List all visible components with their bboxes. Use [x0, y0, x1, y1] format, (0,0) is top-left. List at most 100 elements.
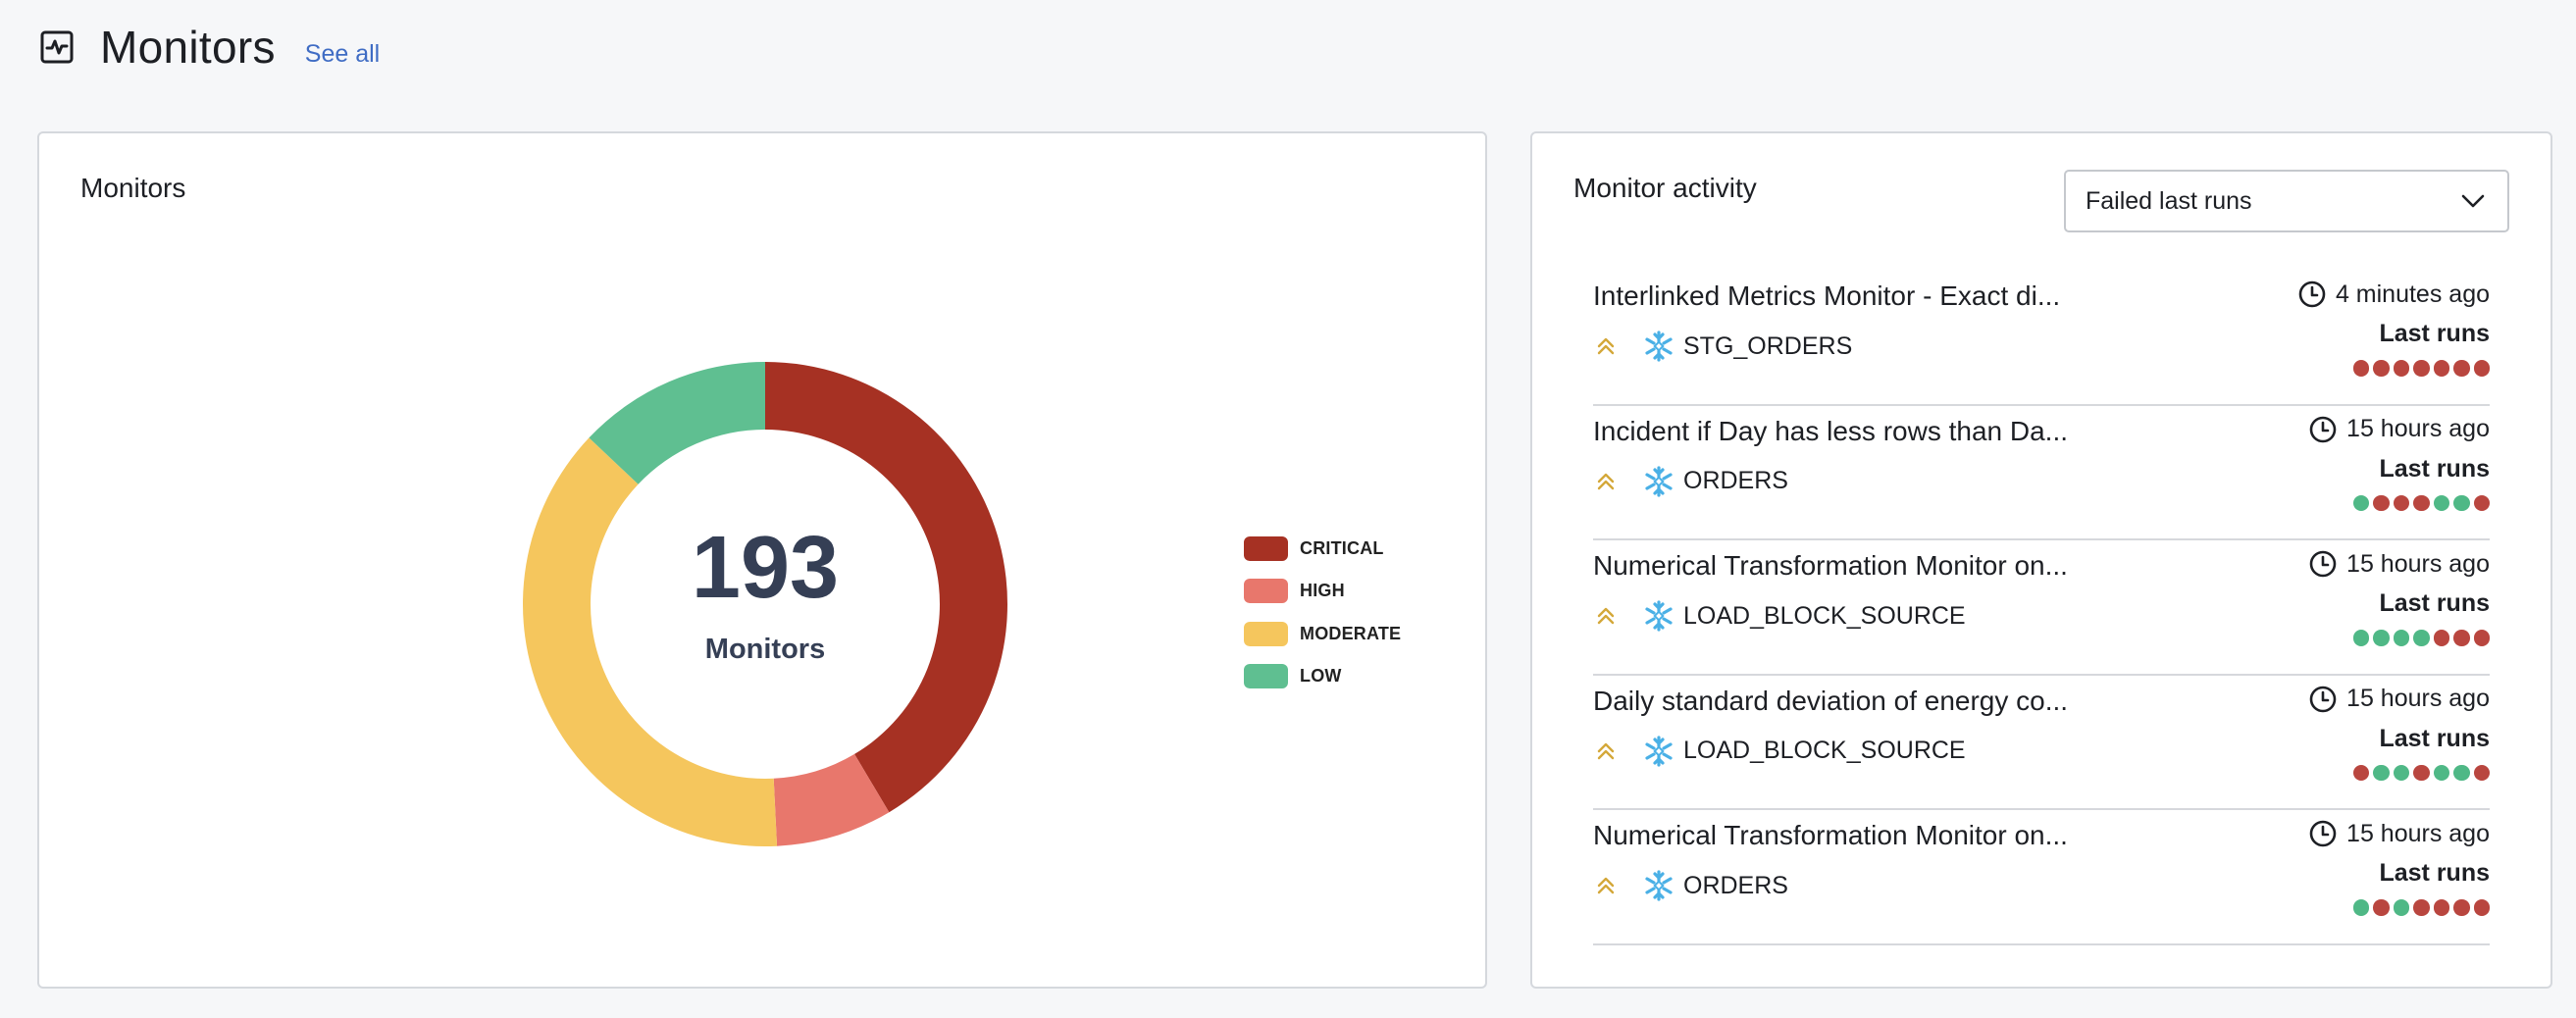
run-status-failure-dot[interactable] [2352, 764, 2369, 781]
monitor-meta: ORDERS [1593, 465, 1788, 498]
run-status-failure-dot[interactable] [2473, 494, 2490, 511]
legend-item-critical[interactable]: CRITICAL [1244, 528, 1401, 570]
run-status-failure-dot[interactable] [2352, 360, 2369, 377]
run-status-failure-dot[interactable] [2373, 899, 2390, 916]
last-run-time: 15 hours ago [2307, 684, 2490, 715]
priority-high-chevrons-icon [1593, 603, 1619, 629]
table-name[interactable]: LOAD_BLOCK_SOURCE [1683, 737, 1966, 765]
last-runs-label: Last runs [2379, 320, 2490, 347]
monitor-name[interactable]: Incident if Day has less rows than Da... [1593, 416, 2068, 447]
run-status-failure-dot[interactable] [2433, 899, 2449, 916]
run-status-failure-dot[interactable] [2473, 764, 2490, 781]
last-runs-label: Last runs [2379, 724, 2490, 752]
monitor-name[interactable]: Numerical Transformation Monitor on... [1593, 820, 2068, 851]
run-status-success-dot[interactable] [2413, 630, 2430, 646]
activity-item[interactable]: Numerical Transformation Monitor on... [1593, 540, 2490, 676]
time-text: 15 hours ago [2346, 685, 2490, 712]
run-status-failure-dot[interactable] [2373, 360, 2390, 377]
page-header: Monitors See all [39, 18, 380, 76]
snowflake-icon [1642, 869, 1675, 902]
run-status-failure-dot[interactable] [2413, 764, 2430, 781]
last-runs-dots [2352, 494, 2490, 511]
last-run-time: 15 hours ago [2307, 818, 2490, 849]
run-status-failure-dot[interactable] [2433, 360, 2449, 377]
run-status-failure-dot[interactable] [2373, 494, 2390, 511]
run-status-success-dot[interactable] [2393, 899, 2409, 916]
activity-item[interactable]: Incident if Day has less rows than Da... [1593, 406, 2490, 540]
monitor-activity-title: Monitor activity [1573, 173, 1757, 203]
activity-filter-value: Failed last runs [2086, 186, 2252, 215]
monitors-card-title: Monitors [80, 173, 186, 203]
donut-caption: Monitors [704, 633, 826, 665]
activity-monitor-icon [39, 29, 75, 65]
run-status-failure-dot[interactable] [2413, 494, 2430, 511]
donut-center: 193 Monitors [520, 359, 1010, 849]
run-status-success-dot[interactable] [2453, 494, 2470, 511]
page-title: Monitors [100, 22, 276, 73]
snowflake-icon [1642, 330, 1675, 363]
monitor-meta: ORDERS [1593, 869, 1788, 902]
table-name[interactable]: LOAD_BLOCK_SOURCE [1683, 602, 1966, 631]
priority-high-chevrons-icon [1593, 333, 1619, 359]
monitor-name[interactable]: Numerical Transformation Monitor on... [1593, 550, 2068, 582]
last-run-time: 15 hours ago [2307, 414, 2490, 445]
run-status-failure-dot[interactable] [2473, 360, 2490, 377]
last-runs-dots [2352, 630, 2490, 646]
run-status-failure-dot[interactable] [2473, 899, 2490, 916]
clock-icon [2307, 548, 2339, 580]
legend-item-moderate[interactable]: MODERATE [1244, 613, 1401, 655]
donut-total: 193 [691, 518, 840, 617]
table-name[interactable]: STG_ORDERS [1683, 332, 1852, 361]
activity-item[interactable]: Daily standard deviation of energy co... [1593, 676, 2490, 810]
activity-list: Interlinked Metrics Monitor - Exact di..… [1593, 271, 2490, 945]
monitor-name[interactable]: Daily standard deviation of energy co... [1593, 686, 2068, 717]
run-status-success-dot[interactable] [2453, 764, 2470, 781]
run-status-failure-dot[interactable] [2473, 630, 2490, 646]
table-name[interactable]: ORDERS [1683, 467, 1788, 495]
run-status-success-dot[interactable] [2352, 899, 2369, 916]
legend-item-low[interactable]: LOW [1244, 655, 1401, 697]
last-runs-label: Last runs [2379, 589, 2490, 617]
run-status-success-dot[interactable] [2352, 494, 2369, 511]
last-runs-label: Last runs [2379, 454, 2490, 483]
legend-label: MODERATE [1300, 623, 1402, 643]
activity-filter-select[interactable]: Failed last runs [2064, 170, 2509, 232]
run-status-failure-dot[interactable] [2453, 899, 2470, 916]
run-status-failure-dot[interactable] [2393, 494, 2409, 511]
run-status-success-dot[interactable] [2373, 764, 2390, 781]
run-status-failure-dot[interactable] [2413, 360, 2430, 377]
legend-swatch [1244, 579, 1288, 604]
time-text: 15 hours ago [2346, 819, 2490, 847]
chart-legend: CRITICAL HIGH MODERATE LOW [1244, 528, 1401, 697]
see-all-link[interactable]: See all [305, 40, 380, 69]
run-status-failure-dot[interactable] [2453, 360, 2470, 377]
legend-item-high[interactable]: HIGH [1244, 570, 1401, 612]
run-status-failure-dot[interactable] [2433, 630, 2449, 646]
run-status-failure-dot[interactable] [2413, 899, 2430, 916]
legend-label: HIGH [1300, 581, 1345, 601]
time-text: 15 hours ago [2346, 415, 2490, 442]
run-status-success-dot[interactable] [2433, 494, 2449, 511]
run-status-success-dot[interactable] [2433, 764, 2449, 781]
snowflake-icon [1642, 735, 1675, 768]
priority-high-chevrons-icon [1593, 738, 1619, 764]
run-status-success-dot[interactable] [2352, 630, 2369, 646]
monitor-name[interactable]: Interlinked Metrics Monitor - Exact di..… [1593, 280, 2060, 312]
run-status-failure-dot[interactable] [2393, 360, 2409, 377]
snowflake-icon [1642, 465, 1675, 498]
run-status-success-dot[interactable] [2393, 630, 2409, 646]
monitor-activity-card: Monitor activity Failed last runs Interl… [1530, 131, 2552, 989]
activity-item[interactable]: Interlinked Metrics Monitor - Exact di..… [1593, 271, 2490, 406]
run-status-success-dot[interactable] [2373, 630, 2390, 646]
run-status-failure-dot[interactable] [2453, 630, 2470, 646]
clock-icon [2296, 279, 2328, 310]
last-runs-dots [2352, 899, 2490, 916]
time-text: 4 minutes ago [2335, 280, 2490, 308]
last-run-time: 15 hours ago [2307, 548, 2490, 580]
monitor-meta: LOAD_BLOCK_SOURCE [1593, 735, 1966, 768]
monitors-card: Monitors 193 Monitors CRITICAL HIGH MODERA… [37, 131, 1487, 989]
run-status-success-dot[interactable] [2393, 764, 2409, 781]
table-name[interactable]: ORDERS [1683, 872, 1788, 900]
activity-item[interactable]: Numerical Transformation Monitor on... [1593, 810, 2490, 945]
clock-icon [2307, 414, 2339, 445]
